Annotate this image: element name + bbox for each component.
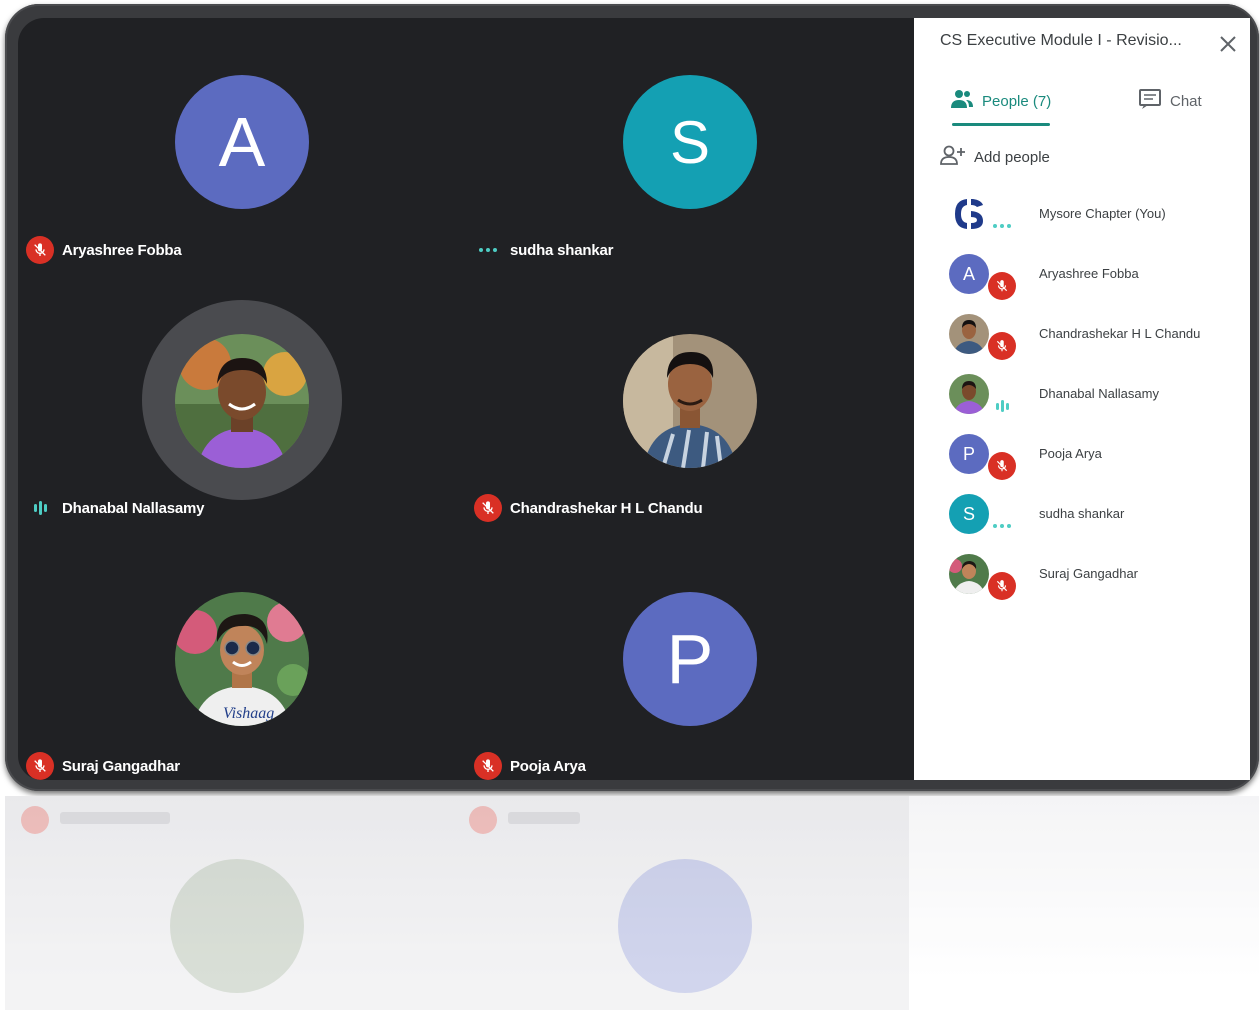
mic-off-icon — [988, 572, 1016, 600]
person-name: Pooja Arya — [1039, 446, 1102, 461]
close-icon[interactable] — [1216, 32, 1240, 56]
list-item[interactable]: Mysore Chapter (You) — [914, 188, 1250, 244]
avatar-photo: Vishaag — [175, 592, 309, 726]
meeting-title: CS Executive Module I - Revisio... — [940, 32, 1182, 49]
people-icon — [950, 88, 974, 114]
person-name: Dhanabal Nallasamy — [1039, 386, 1159, 401]
participant-name: Suraj Gangadhar — [62, 757, 180, 775]
active-tab-indicator — [952, 123, 1050, 126]
list-item[interactable]: Suraj Gangadhar — [914, 548, 1250, 604]
mic-off-icon — [474, 752, 502, 780]
participant-label: Pooja Arya — [474, 752, 586, 780]
avatar-photo — [949, 314, 989, 354]
dots-icon — [474, 236, 502, 264]
reflection-shapes — [5, 796, 1259, 1010]
participant-label: Aryashree Fobba — [26, 236, 182, 264]
mic-off-icon — [988, 452, 1016, 480]
participant-tile[interactable]: P Pooja Arya — [466, 526, 914, 780]
person-name: Aryashree Fobba — [1039, 266, 1139, 281]
dots-icon — [988, 212, 1016, 240]
add-person-icon — [940, 144, 966, 170]
participant-tile[interactable]: S sudha shankar — [466, 18, 914, 272]
person-name: Chandrashekar H L Chandu — [1039, 326, 1201, 341]
list-item[interactable]: Chandrashekar H L Chandu — [914, 308, 1250, 364]
participant-label: Chandrashekar H L Chandu — [474, 494, 703, 522]
participant-label: Suraj Gangadhar — [26, 752, 180, 780]
participant-label: sudha shankar — [474, 236, 613, 264]
participant-tile[interactable]: Vishaag Suraj Gangadhar — [18, 526, 466, 780]
mic-off-icon — [988, 332, 1016, 360]
avatar: A — [175, 75, 309, 209]
avatar-photo — [949, 374, 989, 414]
avatar: P — [623, 592, 757, 726]
list-item[interactable]: Dhanabal Nallasamy — [914, 368, 1250, 424]
participant-tile[interactable]: Dhanabal Nallasamy — [18, 272, 466, 526]
chat-icon — [1138, 88, 1162, 114]
participant-name: Pooja Arya — [510, 757, 586, 775]
participant-label: Dhanabal Nallasamy — [26, 494, 205, 522]
person-name: Suraj Gangadhar — [1039, 566, 1139, 581]
avatar: A — [949, 254, 989, 294]
avatar: S — [949, 494, 989, 534]
participant-name: sudha shankar — [510, 241, 614, 259]
people-panel: CS Executive Module I - Revisio... Peopl… — [914, 18, 1250, 780]
avatar-photo — [623, 334, 757, 468]
participant-name: Chandrashekar H L Chandu — [510, 499, 703, 517]
tab-chat[interactable]: Chat — [1138, 88, 1202, 114]
avatar-photo — [175, 334, 309, 468]
avatar: P — [949, 434, 989, 474]
list-item[interactable]: A Aryashree Fobba — [914, 248, 1250, 304]
list-item[interactable]: S sudha shankar — [914, 488, 1250, 544]
participant-tile[interactable]: A Aryashree Fobba — [18, 18, 466, 272]
tab-people[interactable]: People (7) — [950, 88, 1051, 114]
avatar-photo — [949, 554, 989, 594]
list-item[interactable]: P Pooja Arya — [914, 428, 1250, 484]
participant-name: Aryashree Fobba — [62, 241, 182, 259]
mic-off-icon — [26, 236, 54, 264]
meeting-screen: A Aryashree Fobba S sudha shankar Dhanab… — [18, 18, 1250, 780]
mic-off-icon — [988, 272, 1016, 300]
participant-name: Dhanabal Nallasamy — [62, 499, 205, 517]
svg-text:Vishaag: Vishaag — [223, 705, 274, 722]
mic-off-icon — [474, 494, 502, 522]
person-name: Mysore Chapter (You) — [1039, 206, 1166, 221]
tab-people-label: People (7) — [982, 92, 1052, 110]
add-people-button[interactable]: Add people — [940, 144, 1050, 170]
participant-tile[interactable]: Chandrashekar H L Chandu — [466, 272, 914, 526]
person-name: sudha shankar — [1039, 506, 1125, 521]
dots-icon — [988, 512, 1016, 540]
avatar: S — [623, 75, 757, 209]
reflection — [5, 796, 1259, 1010]
participant-grid: A Aryashree Fobba S sudha shankar Dhanab… — [18, 18, 914, 780]
audio-bars-icon — [988, 392, 1016, 420]
avatar-logo — [949, 194, 989, 234]
mic-off-icon — [26, 752, 54, 780]
tab-chat-label: Chat — [1170, 92, 1202, 110]
device-frame: A Aryashree Fobba S sudha shankar Dhanab… — [5, 4, 1259, 791]
audio-bars-icon — [26, 494, 54, 522]
add-people-label: Add people — [974, 148, 1050, 166]
